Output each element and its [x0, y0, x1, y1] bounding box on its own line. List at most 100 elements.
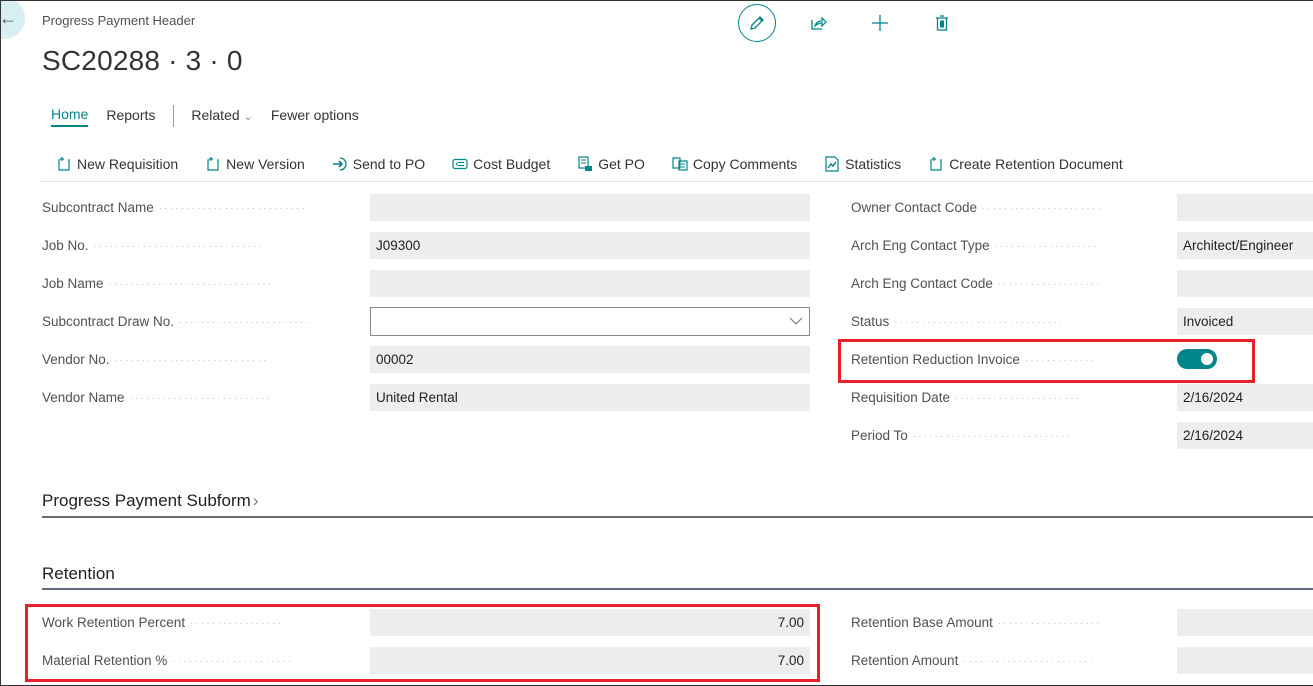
retention-section-header[interactable]: Retention [42, 564, 115, 584]
new-requisition-button[interactable]: New Requisition [56, 156, 178, 172]
field-label: Subcontract Name ························… [42, 199, 308, 215]
back-button[interactable]: ← [0, 1, 25, 39]
field-label: Subcontract Draw No. ····················… [42, 313, 311, 329]
page-frame: ← Progress Payment Header SC20288 · 3 · … [0, 0, 1313, 686]
field-label: Retention Amount ························ [851, 652, 1096, 668]
page-title: SC20288 · 3 · 0 [42, 45, 243, 76]
field-vendor-no: Vendor No. ···························· 0… [42, 340, 812, 378]
statistics-icon [825, 155, 839, 172]
tab-reports[interactable]: Reports [106, 107, 155, 126]
field-arch-eng-contact-type: Arch Eng Contact Type ···················… [851, 226, 1313, 264]
field-label: Work Retention Percent ················· [42, 614, 284, 630]
subcontract-name-input[interactable] [370, 193, 810, 221]
send-arrow-icon [332, 156, 347, 171]
field-material-retention: Material Retention % ····················… [42, 641, 812, 679]
field-label: Job Name ······························ [42, 275, 274, 291]
arch-eng-contact-code-input[interactable] [1177, 269, 1313, 297]
plus-icon [872, 15, 888, 31]
field-status: Status ······························· In… [851, 302, 1313, 340]
create-retention-document-label: Create Retention Document [949, 155, 1123, 172]
requisition-date-input[interactable]: 2/16/2024 [1177, 383, 1313, 411]
retention-right-column: Retention Base Amount ···················… [851, 603, 1313, 679]
statistics-label: Statistics [845, 155, 902, 172]
field-label: Period To ····························· [851, 427, 1073, 443]
field-retention-amount: Retention Amount ························ [851, 641, 1313, 679]
trash-icon [936, 15, 948, 31]
retention-amount-input[interactable] [1177, 646, 1313, 674]
share-icon [811, 16, 827, 30]
field-label: Owner Contact Code ······················ [851, 199, 1103, 215]
tab-separator [173, 105, 175, 127]
cost-budget-button[interactable]: Cost Budget [452, 156, 550, 172]
new-requisition-label: New Requisition [77, 155, 179, 172]
material-retention-input[interactable]: 7.00 [370, 646, 810, 674]
work-retention-percent-input[interactable]: 7.00 [370, 608, 810, 636]
new-version-button[interactable]: New Version [205, 156, 305, 172]
copy-icon [672, 156, 688, 171]
back-arrow-icon: ← [0, 7, 17, 28]
field-retention-base-amount: Retention Base Amount ··················· [851, 603, 1313, 641]
delete-button[interactable] [932, 13, 952, 33]
job-no-input[interactable]: J09300 [370, 231, 810, 259]
field-period-to: Period To ····························· 2… [851, 416, 1313, 454]
status-input[interactable]: Invoiced [1177, 307, 1313, 335]
tab-related-label: Related [191, 106, 240, 123]
tab-home[interactable]: Home [51, 106, 89, 127]
retention-reduction-invoice-toggle[interactable] [1177, 349, 1217, 369]
field-work-retention-percent: Work Retention Percent ················· … [42, 603, 812, 641]
budget-icon [452, 158, 468, 169]
arch-eng-contact-type-input[interactable]: Architect/Engineer [1177, 231, 1313, 259]
new-document-icon [58, 156, 70, 171]
general-right-column: Owner Contact Code ······················… [851, 188, 1313, 454]
get-document-icon [578, 155, 593, 171]
cost-budget-label: Cost Budget [473, 155, 551, 172]
tab-related[interactable]: Related ⌄ [191, 107, 252, 126]
new-button[interactable] [870, 13, 890, 33]
toggle-knob [1201, 353, 1213, 365]
get-po-button[interactable]: Get PO [577, 156, 645, 172]
period-to-input[interactable]: 2/16/2024 [1177, 421, 1313, 449]
new-version-label: New Version [226, 155, 305, 172]
share-button[interactable] [808, 13, 828, 33]
new-document-icon [930, 156, 942, 171]
statistics-button[interactable]: Statistics [824, 156, 901, 172]
pencil-icon [750, 16, 764, 30]
field-arch-eng-contact-code: Arch Eng Contact Code ··················· [851, 264, 1313, 302]
field-label: Arch Eng Contact Type ··················· [851, 237, 1100, 253]
vendor-no-input[interactable]: 00002 [370, 345, 810, 373]
field-label: Status ······························· [851, 313, 1065, 329]
retention-base-amount-input[interactable] [1177, 608, 1313, 636]
field-label: Retention Base Amount ··················· [851, 614, 1103, 630]
job-name-input[interactable] [370, 269, 810, 297]
chevron-right-icon: › [252, 491, 259, 510]
subform-section-title: Progress Payment Subform [42, 491, 251, 510]
field-label: Vendor Name ·························· [42, 389, 273, 405]
general-left-column: Subcontract Name ························… [42, 188, 812, 416]
field-owner-contact-code: Owner Contact Code ······················ [851, 188, 1313, 226]
subcontract-draw-no-select[interactable] [370, 306, 810, 336]
edit-button[interactable] [738, 4, 776, 42]
field-job-name: Job Name ······························ [42, 264, 812, 302]
copy-comments-label: Copy Comments [692, 155, 798, 172]
send-to-po-label: Send to PO [352, 155, 426, 172]
create-retention-document-button[interactable]: Create Retention Document [928, 156, 1123, 172]
field-label: Job No. ······························· [42, 237, 264, 253]
action-bar: New Requisition New Version Send to PO C… [41, 146, 1313, 182]
field-label: Vendor No. ···························· [42, 351, 269, 367]
new-document-icon [207, 156, 219, 171]
field-label: Material Retention % ····················… [42, 652, 294, 668]
vendor-name-input[interactable]: United Rental [370, 383, 810, 411]
owner-contact-code-input[interactable] [1177, 193, 1313, 221]
copy-comments-button[interactable]: Copy Comments [672, 156, 797, 172]
top-actions [738, 4, 952, 42]
retention-left-column: Work Retention Percent ················· … [42, 603, 812, 679]
get-po-label: Get PO [598, 155, 645, 172]
field-vendor-name: Vendor Name ·························· Un… [42, 378, 812, 416]
tab-fewer-options[interactable]: Fewer options [271, 107, 359, 126]
field-label: Requisition Date ······················· [851, 389, 1082, 405]
ribbon-tabs: Home Reports Related ⌄ Fewer options [51, 105, 377, 127]
chevron-down-icon [789, 317, 803, 325]
field-subcontract-draw-no: Subcontract Draw No. ····················… [42, 302, 812, 340]
subform-section-header[interactable]: Progress Payment Subform › [42, 491, 258, 511]
send-to-po-button[interactable]: Send to PO [332, 156, 425, 172]
